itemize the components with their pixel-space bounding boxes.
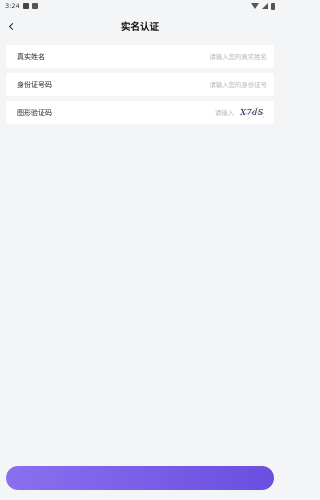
notification-icon — [31, 3, 38, 9]
captcha-input[interactable] — [204, 108, 234, 117]
name-label: 真实姓名 — [17, 52, 45, 61]
id-number-input[interactable] — [87, 80, 267, 89]
captcha-label: 图形验证码 — [17, 108, 52, 117]
status-right — [251, 2, 275, 10]
submit-button[interactable] — [6, 466, 274, 490]
status-left: 3:24 — [5, 2, 251, 10]
page-title: 实名认证 — [120, 22, 159, 33]
notification-icon — [22, 3, 29, 9]
status-time: 3:24 — [5, 2, 20, 10]
signal-icon — [262, 3, 268, 9]
back-button[interactable] — [4, 18, 18, 34]
captcha-row: 图形验证码 X7dS — [6, 101, 274, 124]
chevron-left-icon — [8, 22, 16, 30]
id-number-label: 身份证号码 — [17, 80, 52, 89]
status-bar: 3:24 — [0, 0, 280, 12]
name-input[interactable] — [87, 52, 267, 61]
captcha-text: X7dS — [240, 108, 264, 117]
name-row: 真实姓名 — [6, 45, 274, 68]
wifi-icon — [251, 3, 259, 9]
nav-bar: 实名认证 — [0, 12, 280, 40]
captcha-image[interactable]: X7dS — [237, 105, 267, 121]
id-number-row: 身份证号码 — [6, 73, 274, 96]
verification-form: 真实姓名 身份证号码 图形验证码 X7dS — [0, 45, 280, 124]
battery-icon — [271, 2, 275, 10]
